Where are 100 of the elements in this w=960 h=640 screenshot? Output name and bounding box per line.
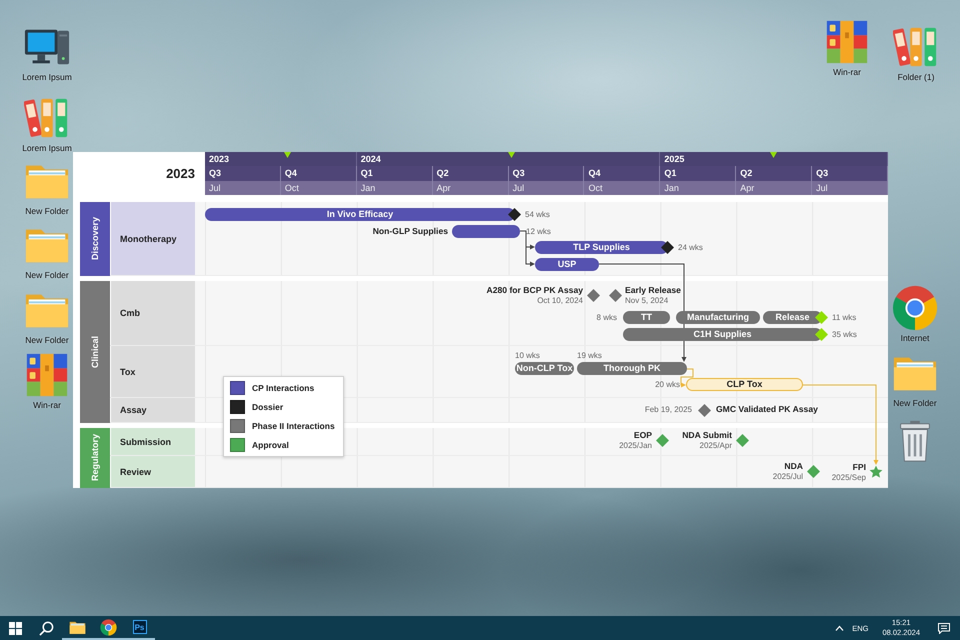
icon-label[interactable]: Lorem Ipsum xyxy=(22,72,72,82)
row-label: Monotherapy xyxy=(111,202,195,275)
milestone-diamond-icon[interactable] xyxy=(656,434,669,447)
milestone-date: 2025/Sep xyxy=(832,473,866,482)
group-label: Regulatory xyxy=(90,434,100,482)
year-header: 2024 xyxy=(356,152,660,166)
quarter-header: Q3 xyxy=(812,166,888,181)
search-icon[interactable] xyxy=(39,620,54,636)
icon-label[interactable]: Internet xyxy=(900,333,930,343)
year-header: 2023 xyxy=(205,152,357,166)
task-label: Non-GLP Supplies xyxy=(372,226,448,236)
windows-icon[interactable] xyxy=(9,622,22,634)
milestone-date: 2025/Apr xyxy=(700,441,732,450)
milestone-date: 2025/Jan xyxy=(619,441,652,450)
row-label: Assay xyxy=(111,398,195,422)
milestone-star-icon[interactable] xyxy=(869,465,883,479)
milestone-label: A280 for BCP PK Assay xyxy=(486,285,583,295)
milestone-label: NDA Submit xyxy=(682,430,732,440)
group-label: Discovery xyxy=(90,217,100,261)
row-label: Review xyxy=(111,456,195,487)
task-bar[interactable]: In Vivo Efficacy xyxy=(205,208,515,221)
icon-label[interactable]: New Folder xyxy=(25,335,69,345)
connector-arrow xyxy=(680,368,694,388)
icon-label[interactable]: New Folder xyxy=(25,206,69,216)
marker-icon xyxy=(284,152,291,158)
group-label: Clinical xyxy=(90,336,100,368)
month-header: Jan xyxy=(356,181,432,195)
marker-icon xyxy=(508,152,515,158)
duration-label: 19 wks xyxy=(577,351,602,360)
duration-label: 10 wks xyxy=(515,351,540,360)
month-header: Apr xyxy=(432,181,508,195)
row-label: Tox xyxy=(111,346,195,397)
row-label: Submission xyxy=(111,428,195,455)
milestone-date: Oct 10, 2024 xyxy=(537,296,583,305)
icon-label[interactable]: Folder (1) xyxy=(898,72,934,82)
duration-label: 24 wks xyxy=(678,243,703,252)
task-bar[interactable]: USP xyxy=(535,258,599,271)
quarter-header: Q1 xyxy=(356,166,432,181)
month-header: Jul xyxy=(508,181,584,195)
chevron-up-icon[interactable] xyxy=(835,625,844,631)
milestone-diamond-icon[interactable] xyxy=(609,289,622,302)
task-bar[interactable]: Non-CLP Tox xyxy=(515,362,574,375)
quarter-header: Q3 xyxy=(508,166,584,181)
archive-icon[interactable] xyxy=(24,352,70,398)
legend-label: CP Interactions xyxy=(252,383,314,393)
icon-label[interactable]: Lorem Ipsum xyxy=(22,143,72,153)
task-bar[interactable]: TLP Supplies xyxy=(535,241,668,254)
notification-icon[interactable] xyxy=(938,622,950,634)
task-bar[interactable]: Thorough PK xyxy=(577,362,687,375)
quarter-header: Q4 xyxy=(280,166,356,181)
milestone-label: GMC Validated PK Assay xyxy=(716,404,818,414)
milestone-label: EOP xyxy=(634,430,652,440)
month-header: Jul xyxy=(205,181,280,195)
month-header: Apr xyxy=(736,181,812,195)
taskbar-button[interactable]: Ps xyxy=(124,616,155,640)
browser-icon[interactable] xyxy=(100,618,117,636)
legend-label: Dossier xyxy=(252,402,284,412)
month-header: Oct xyxy=(584,181,660,195)
legend-label: Approval xyxy=(252,440,289,450)
milestone-date: Feb 19, 2025 xyxy=(644,405,692,414)
legend-label: Phase II Interactions xyxy=(252,421,335,431)
milestone-diamond-icon[interactable] xyxy=(736,434,749,447)
duration-label: 8 wks xyxy=(596,313,617,322)
quarter-header: Q1 xyxy=(660,166,736,181)
milestone-diamond-icon[interactable] xyxy=(587,289,600,302)
row-label: Cmb xyxy=(111,281,195,345)
milestone-diamond-icon[interactable] xyxy=(807,465,820,478)
duration-label: 54 wks xyxy=(525,210,550,219)
quarter-header: Q2 xyxy=(736,166,812,181)
year-header: 2025 xyxy=(660,152,888,166)
quarter-header: Q3 xyxy=(205,166,280,181)
task-bar[interactable]: Release xyxy=(763,311,822,324)
quarter-header: Q4 xyxy=(584,166,660,181)
icon-label[interactable]: Win-rar xyxy=(33,400,61,410)
duration-label: 12 wks xyxy=(526,227,551,236)
task-bar[interactable]: TT xyxy=(623,311,670,324)
icon-label[interactable]: New Folder xyxy=(25,270,69,280)
icon-label[interactable]: Win-rar xyxy=(833,67,861,77)
chart-title: 2023 xyxy=(166,166,195,181)
marker-icon xyxy=(770,152,777,158)
milestone-diamond-icon[interactable] xyxy=(698,404,711,417)
milestone-label: Early Release xyxy=(625,285,681,295)
month-header: Oct xyxy=(280,181,356,195)
task-bar[interactable]: C1H Supplies xyxy=(623,328,822,341)
month-header: Jan xyxy=(660,181,736,195)
duration-label: 11 wks xyxy=(832,313,856,322)
task-bar[interactable]: CLP Tox xyxy=(686,378,803,391)
duration-label: 20 wks xyxy=(655,380,680,389)
icon-label[interactable]: New Folder xyxy=(893,398,937,408)
duration-label: 35 wks xyxy=(832,330,857,339)
photoshop-app-icon[interactable]: Ps xyxy=(132,620,146,634)
task-bar[interactable]: Manufacturing xyxy=(676,311,760,324)
milestone-date: Nov 5, 2024 xyxy=(625,296,668,305)
archive-icon[interactable] xyxy=(824,19,870,65)
quarter-header: Q2 xyxy=(432,166,508,181)
milestone-label: FPI xyxy=(852,462,866,472)
month-header: Jul xyxy=(812,181,888,195)
task-bar[interactable] xyxy=(452,225,520,238)
milestone-label: NDA xyxy=(784,461,803,471)
milestone-date: 2025/Jul xyxy=(772,472,803,481)
